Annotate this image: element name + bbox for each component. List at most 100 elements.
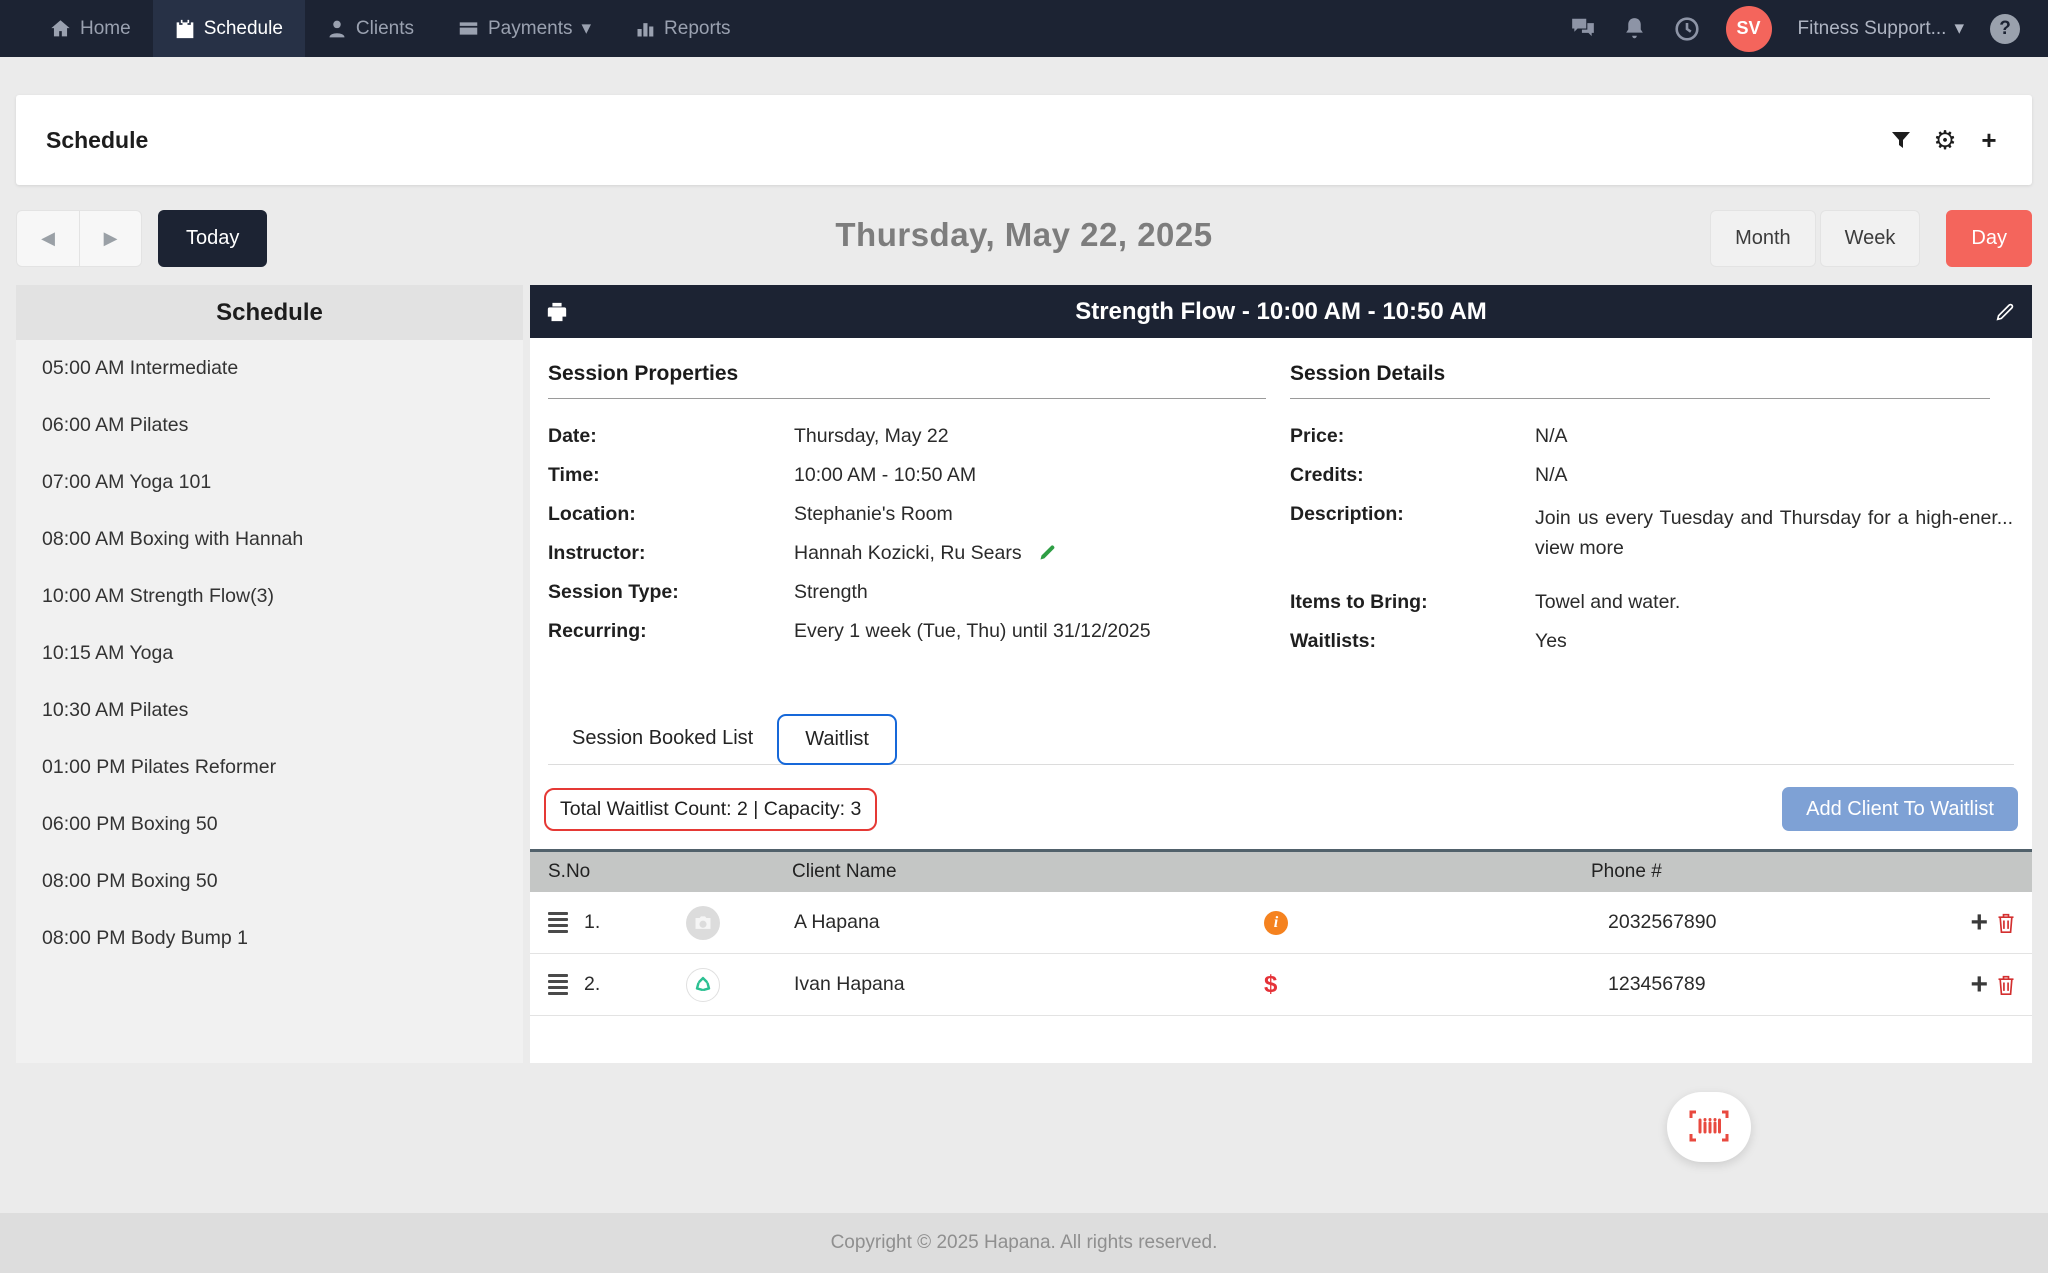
add-icon[interactable]: + [1976,127,2002,153]
session-properties: Session Properties Date: Thursday, May 2… [548,362,1290,669]
waitlist-table: S.No Client Name Phone # 1. A Hapana i 2… [530,849,2032,1016]
col-header-sno: S.No [548,861,792,883]
copyright-text: Copyright © 2025 Hapana. All rights rese… [831,1232,1218,1254]
help-icon[interactable]: ? [1990,14,2020,44]
property-value: Hannah Kozicki, Ru Sears [794,542,1058,565]
session-details: Session Details Price: N/A Credits: N/A … [1290,362,2014,669]
content: Schedule 05:00 AM Intermediate 06:00 AM … [16,285,2032,1063]
nav-item-schedule[interactable]: Schedule [153,0,305,57]
schedule-list-item[interactable]: 10:30 AM Pilates [16,682,523,739]
client-avatar [686,906,720,940]
credit-card-icon [458,18,479,39]
nav-item-label: Payments [488,18,572,40]
row-actions: + [1936,970,2016,1000]
instructor-names: Hannah Kozicki, Ru Sears [794,542,1022,565]
barcode-icon [1689,1110,1729,1145]
detail-value: Yes [1535,630,1567,653]
row-number: 2. [584,973,644,996]
user-menu[interactable]: Fitness Support... ▾ [1798,17,1964,40]
waitlist-table-header: S.No Client Name Phone # [530,849,2032,892]
property-row: Instructor: Hannah Kozicki, Ru Sears [548,542,1290,581]
property-label: Time: [548,464,794,487]
month-view-button[interactable]: Month [1710,210,1816,267]
schedule-list-item[interactable]: 01:00 PM Pilates Reformer [16,739,523,796]
col-header-client-name: Client Name [792,861,1591,883]
detail-label: Waitlists: [1290,630,1535,653]
nav-item-label: Home [80,18,131,40]
schedule-list-item[interactable]: 08:00 AM Boxing with Hannah [16,511,523,568]
session-details-heading: Session Details [1290,362,1990,399]
print-icon[interactable] [546,301,568,323]
gear-icon[interactable]: ⚙ [1932,127,1958,153]
barcode-scanner-button[interactable] [1667,1092,1751,1162]
schedule-list-item[interactable]: 06:00 AM Pilates [16,397,523,454]
drag-handle-icon[interactable] [548,912,568,933]
session-tabs: Session Booked List Waitlist [548,709,2014,765]
view-more-link[interactable]: view more [1535,537,1624,559]
user-avatar[interactable]: SV [1726,6,1772,52]
view-switcher: Month Week Day [1710,210,2032,267]
nav-item-home[interactable]: Home [28,0,153,57]
row-number: 1. [584,911,644,934]
client-name[interactable]: Ivan Hapana [794,973,1264,996]
nav-item-label: Schedule [204,18,283,40]
tab-waitlist[interactable]: Waitlist [777,714,897,765]
nav-item-reports[interactable]: Reports [613,0,753,57]
waitlist-summary-badge: Total Waitlist Count: 2 | Capacity: 3 [544,788,877,831]
chat-icon[interactable] [1570,16,1596,42]
property-label: Location: [548,503,794,526]
filter-icon[interactable] [1888,127,1914,153]
property-value: 10:00 AM - 10:50 AM [794,464,976,487]
nav-item-label: Reports [664,18,731,40]
edit-session-icon[interactable] [1994,301,2016,323]
session-properties-heading: Session Properties [548,362,1266,399]
schedule-list-item[interactable]: 08:00 PM Body Bump 1 [16,910,523,967]
property-row: Time: 10:00 AM - 10:50 AM [548,464,1290,503]
session-title: Strength Flow - 10:00 AM - 10:50 AM [530,298,2032,326]
payment-due-icon[interactable]: $ [1264,971,1277,998]
detail-value: Towel and water. [1535,591,1680,614]
add-booking-icon[interactable]: + [1970,908,1988,938]
nav-item-payments[interactable]: Payments ▾ [436,0,613,57]
bar-chart-icon [635,19,655,39]
delete-icon[interactable] [1996,912,2016,934]
home-icon [50,18,71,39]
day-view-button[interactable]: Day [1946,210,2032,267]
property-label: Session Type: [548,581,794,604]
edit-instructor-icon[interactable] [1038,542,1058,562]
delete-icon[interactable] [1996,974,2016,996]
schedule-list-item[interactable]: 08:00 PM Boxing 50 [16,853,523,910]
status-cell: i [1264,911,1608,935]
property-label: Date: [548,425,794,448]
session-panel: Strength Flow - 10:00 AM - 10:50 AM Sess… [530,285,2032,1063]
bell-icon[interactable] [1622,16,1648,42]
detail-row: Waitlists: Yes [1290,630,2014,669]
info-status-icon[interactable]: i [1264,911,1288,935]
col-header-phone: Phone # [1591,861,2014,883]
property-value: Thursday, May 22 [794,425,949,448]
waitlist-toolbar: Total Waitlist Count: 2 | Capacity: 3 Ad… [544,787,2018,831]
client-name[interactable]: A Hapana [794,911,1264,934]
status-cell: $ [1264,971,1608,999]
property-label: Instructor: [548,542,794,565]
nav-item-label: Clients [356,18,414,40]
detail-value: N/A [1535,464,1568,487]
clock-icon[interactable] [1674,16,1700,42]
schedule-toolbar: ⚙ + [1888,127,2002,153]
week-view-button[interactable]: Week [1820,210,1921,267]
add-booking-icon[interactable]: + [1970,970,1988,1000]
add-client-to-waitlist-button[interactable]: Add Client To Waitlist [1782,787,2018,831]
detail-label: Credits: [1290,464,1535,487]
chevron-down-icon: ▾ [581,17,591,40]
schedule-list-item[interactable]: 10:00 AM Strength Flow(3) [16,568,523,625]
detail-label: Description: [1290,503,1535,526]
nav-item-clients[interactable]: Clients [305,0,436,57]
detail-row: Items to Bring: Towel and water. [1290,591,2014,630]
drag-handle-icon[interactable] [548,974,568,995]
schedule-list-item[interactable]: 10:15 AM Yoga [16,625,523,682]
user-name-label: Fitness Support... [1798,18,1947,40]
schedule-list-item[interactable]: 06:00 PM Boxing 50 [16,796,523,853]
schedule-list-item[interactable]: 05:00 AM Intermediate [16,340,523,397]
tab-session-booked-list[interactable]: Session Booked List [548,713,777,764]
schedule-list-item[interactable]: 07:00 AM Yoga 101 [16,454,523,511]
